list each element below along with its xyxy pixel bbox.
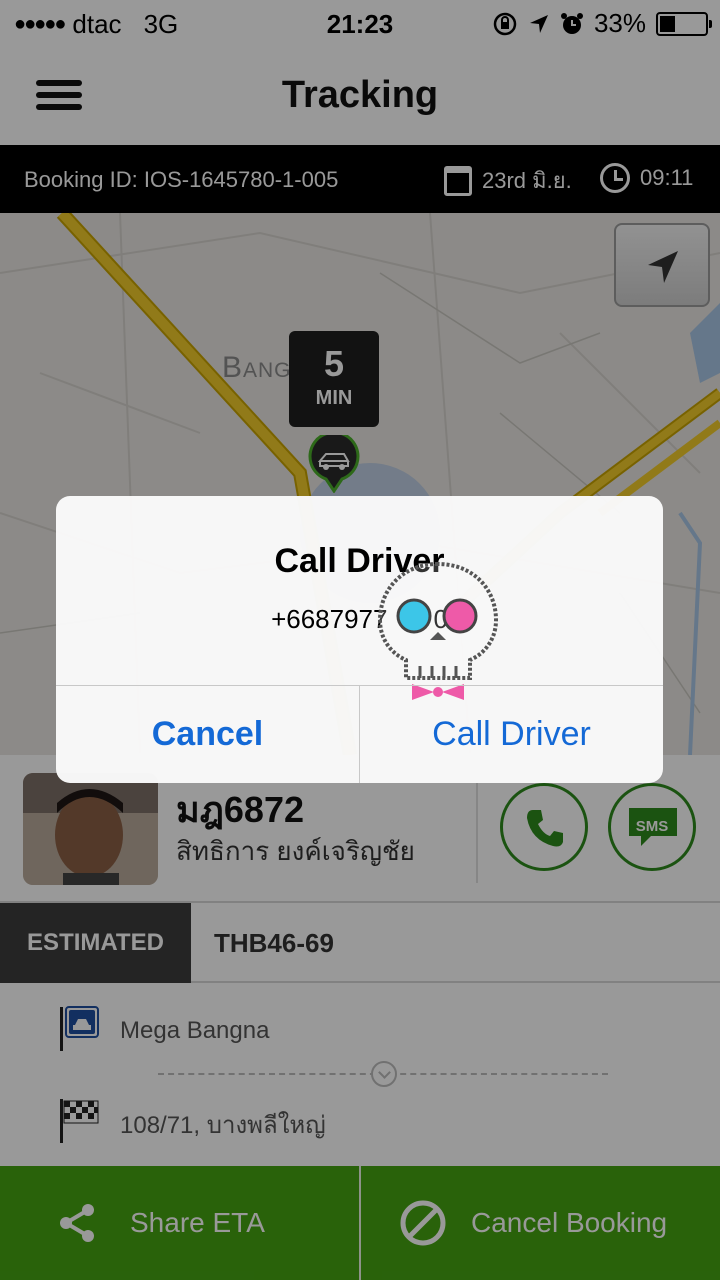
alert-call-driver-button[interactable]: Call Driver: [360, 686, 663, 783]
alert-phone-visible: +6687977: [271, 604, 388, 634]
alert-title: Call Driver: [274, 542, 445, 580]
alert-phone-number: +66879770: [56, 604, 663, 635]
call-driver-alert: Call Driver +66879770 Cancel Call Driver: [56, 496, 663, 783]
alert-cancel-button[interactable]: Cancel: [56, 686, 359, 783]
skull-sticker-icon: [377, 561, 499, 700]
